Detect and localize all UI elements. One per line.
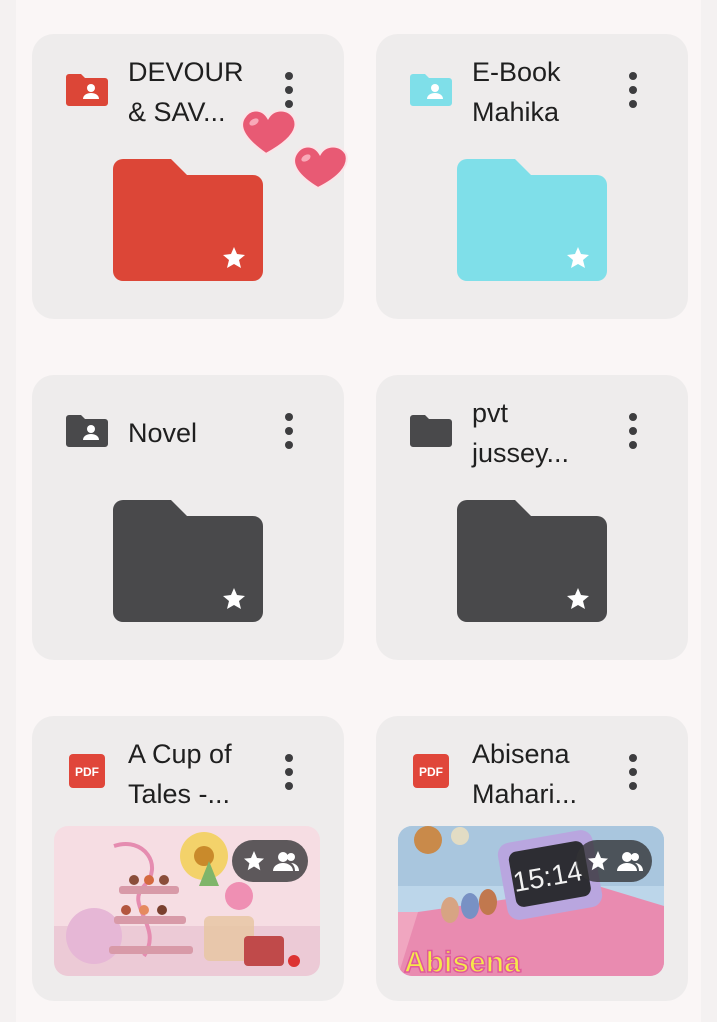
svg-text:PDF: PDF xyxy=(75,765,99,779)
right-edge xyxy=(701,0,717,1022)
shared-people-icon xyxy=(272,852,299,871)
hearts-sticker xyxy=(241,109,348,190)
shared-people-icon xyxy=(616,852,643,871)
more-options-button[interactable] xyxy=(618,70,648,110)
file-thumbnail: 15:14 Abisena xyxy=(398,826,664,976)
star-icon xyxy=(587,851,608,871)
file-card-cup-of-tales[interactable]: PDF A Cup of Tales -... xyxy=(32,716,344,1001)
more-options-button[interactable] xyxy=(274,411,304,451)
item-title: E-Book Mahika xyxy=(472,57,561,127)
file-card-abisena[interactable]: PDF Abisena Mahari... 15:14 Abisena xyxy=(376,716,688,1001)
svg-text:PDF: PDF xyxy=(419,765,443,779)
file-thumbnail xyxy=(54,826,320,976)
folder-card-pvt[interactable]: pvt jussey... xyxy=(376,375,688,660)
card-header: PDF Abisena Mahari... xyxy=(376,716,688,826)
folder-card-ebook[interactable]: E-Book Mahika xyxy=(376,34,688,319)
folder-icon xyxy=(410,415,452,447)
drive-grid: DEVOUR & SAV... E-Book Mahika Novel pvt … xyxy=(0,0,717,1022)
item-title: pvt jussey... xyxy=(472,398,570,468)
status-badges xyxy=(576,840,652,882)
more-options-button[interactable] xyxy=(618,411,648,451)
folder-preview-icon xyxy=(457,159,607,281)
shared-folder-icon xyxy=(410,74,452,106)
pdf-icon: PDF xyxy=(69,754,105,788)
folder-preview-icon xyxy=(457,500,607,622)
left-edge xyxy=(0,0,16,1022)
item-title: A Cup of Tales -... xyxy=(128,739,232,809)
card-header: E-Book Mahika xyxy=(376,34,688,144)
folder-card-novel[interactable]: Novel xyxy=(32,375,344,660)
more-options-button[interactable] xyxy=(274,752,304,792)
card-header: PDF A Cup of Tales -... xyxy=(32,716,344,826)
status-badges xyxy=(232,840,308,882)
item-title: Abisena Mahari... xyxy=(472,739,578,809)
folder-preview-icon xyxy=(113,500,263,622)
thumbnail-title-text: Abisena xyxy=(404,946,521,976)
shared-folder-icon xyxy=(66,415,108,447)
card-header: Novel xyxy=(32,375,344,485)
item-title: Novel xyxy=(128,418,198,448)
more-options-button[interactable] xyxy=(618,752,648,792)
pdf-icon: PDF xyxy=(413,754,449,788)
card-header: pvt jussey... xyxy=(376,375,688,485)
star-icon xyxy=(243,851,264,871)
shared-folder-icon xyxy=(66,74,108,106)
